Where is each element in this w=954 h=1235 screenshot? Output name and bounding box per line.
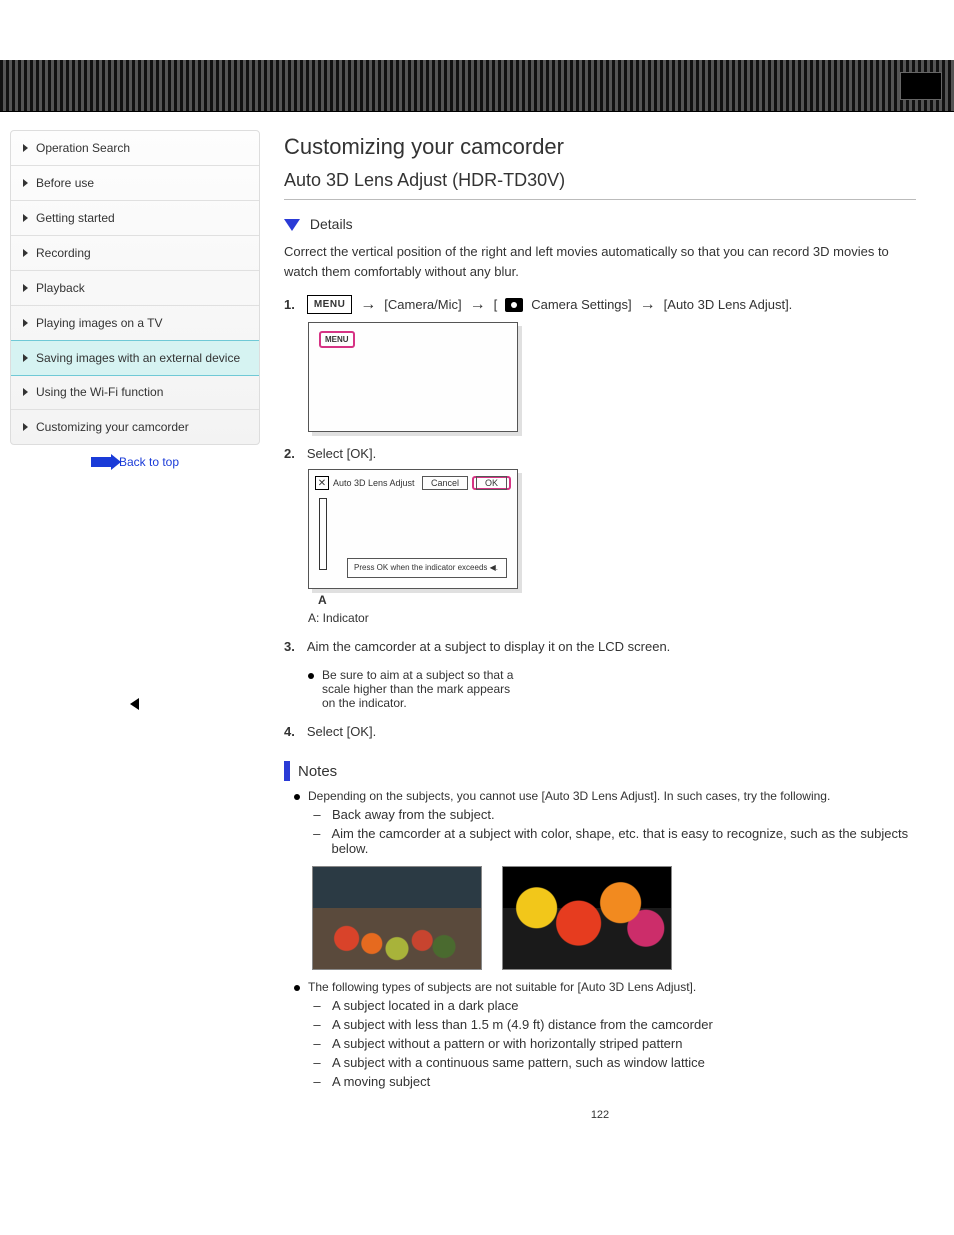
step-3: 3. Aim the camcorder at a subject to dis…	[284, 639, 916, 710]
close-icon: ✕	[315, 476, 329, 490]
sidebar-item-label: Saving images with an external device	[36, 351, 240, 365]
step-4: 4. Select [OK].	[284, 724, 916, 739]
step-number: 3.	[284, 639, 295, 654]
step-2: 2. Select [OK]. ✕ Auto 3D Lens Adjust Ca…	[284, 446, 916, 625]
sidebar-item-getting-started[interactable]: Getting started	[11, 201, 259, 236]
callout-a-letter: A	[318, 593, 916, 607]
header-band	[0, 60, 954, 112]
arrow-right-icon: →	[470, 296, 486, 314]
sidebar-item-customizing[interactable]: Customizing your camcorder	[11, 410, 259, 444]
list-item: –Back away from the subject.	[312, 807, 916, 822]
sidebar-nav: Operation Search Before use Getting star…	[10, 130, 260, 445]
step3-text: Aim the camcorder at a subject to displa…	[307, 639, 670, 654]
step-number: 4.	[284, 724, 295, 739]
details-toggle[interactable]: Details	[284, 216, 916, 232]
back-to-top-label: Back to top	[119, 455, 179, 469]
bullet-icon	[294, 985, 300, 991]
step1-seg3: Camera Settings]	[531, 297, 631, 312]
dash-list-1: –Back away from the subject. –Aim the ca…	[312, 807, 916, 856]
list-item: –Aim the camcorder at a subject with col…	[312, 826, 916, 856]
arrow-right-icon: →	[640, 296, 656, 314]
sidebar-item-operation-search[interactable]: Operation Search	[11, 131, 259, 166]
step3-note: Be sure to aim at a subject so that a sc…	[322, 668, 525, 710]
lcd-screenshot-menu: MENU	[308, 322, 518, 432]
caret-right-icon	[23, 179, 28, 187]
note-intro-1: Depending on the subjects, you cannot us…	[308, 789, 830, 803]
cancel-button-graphic: Cancel	[422, 476, 468, 490]
step4-text: Select [OK].	[307, 724, 376, 739]
notes-heading-row: Notes	[284, 761, 916, 781]
triangle-down-icon	[284, 219, 300, 231]
page-subtitle: Auto 3D Lens Adjust (HDR-TD30V)	[284, 170, 916, 191]
step1-seg4: [Auto 3D Lens Adjust].	[664, 297, 793, 312]
caret-right-icon	[23, 354, 28, 362]
list-item: –A subject with a continuous same patter…	[312, 1055, 916, 1070]
step-number: 2.	[284, 446, 295, 461]
sidebar-item-label: Before use	[36, 176, 94, 190]
dialog-message: Press OK when the indicator exceeds ◀.	[347, 558, 507, 578]
arrow-right-icon: →	[360, 296, 376, 314]
step-1: 1. MENU → [Camera/Mic] → [ Camera Settin…	[284, 295, 916, 432]
caret-right-icon	[23, 249, 28, 257]
heading-bar-icon	[284, 761, 290, 781]
step1-seg1: [Camera/Mic]	[384, 297, 461, 312]
sidebar-item-playback[interactable]: Playback	[11, 271, 259, 306]
step3-subnote-row: Be sure to aim at a subject so that a sc…	[308, 668, 916, 710]
notes-heading: Notes	[298, 763, 337, 780]
page-title: Customizing your camcorder	[284, 134, 916, 160]
callout-a-legend: A: Indicator	[308, 611, 916, 625]
triangle-left-icon	[130, 698, 139, 710]
step-number: 1.	[284, 297, 295, 312]
camera-icon	[505, 298, 523, 312]
example-images	[312, 866, 916, 970]
sidebar: Operation Search Before use Getting star…	[10, 130, 260, 1135]
dash-list-2: –A subject located in a dark place –A su…	[312, 998, 916, 1089]
sidebar-item-label: Operation Search	[36, 141, 130, 155]
bullet-icon	[294, 794, 300, 800]
caret-right-icon	[23, 214, 28, 222]
list-item: –A subject with less than 1.5 m (4.9 ft)…	[312, 1017, 916, 1032]
sidebar-item-before-use[interactable]: Before use	[11, 166, 259, 201]
sidebar-item-saving-external[interactable]: Saving images with an external device	[10, 340, 260, 376]
back-to-top-link[interactable]: Back to top	[10, 445, 260, 469]
intro-para: Correct the vertical position of the rig…	[284, 242, 916, 281]
menu-icon: MENU	[307, 295, 352, 314]
page-number: 122	[284, 1109, 916, 1121]
sidebar-item-wifi[interactable]: Using the Wi-Fi function	[11, 375, 259, 410]
sidebar-item-playing-on-tv[interactable]: Playing images on a TV	[11, 306, 259, 341]
sidebar-item-label: Getting started	[36, 211, 115, 225]
caret-right-icon	[23, 284, 28, 292]
sample-photo-market	[312, 866, 482, 970]
bullet-icon	[308, 673, 314, 679]
menu-button-highlight: MENU	[319, 331, 355, 348]
sample-photo-flowers	[502, 866, 672, 970]
header-corner-box	[900, 72, 942, 100]
list-item: –A subject located in a dark place	[312, 998, 916, 1013]
list-item: –A moving subject	[312, 1074, 916, 1089]
dialog-title: Auto 3D Lens Adjust	[333, 478, 418, 488]
indicator-scale	[319, 498, 327, 570]
divider	[284, 199, 916, 200]
caret-right-icon	[23, 144, 28, 152]
lcd-screenshot-adjust: ✕ Auto 3D Lens Adjust Cancel OK Press OK…	[308, 469, 518, 589]
list-item: –A subject without a pattern or with hor…	[312, 1036, 916, 1051]
caret-right-icon	[23, 423, 28, 431]
sidebar-item-recording[interactable]: Recording	[11, 236, 259, 271]
ok-button-graphic: OK	[476, 476, 507, 490]
caret-right-icon	[23, 319, 28, 327]
arrow-right-icon	[91, 457, 113, 467]
sidebar-item-label: Playback	[36, 281, 85, 295]
details-label: Details	[310, 216, 353, 232]
step2-text: Select [OK].	[307, 446, 376, 461]
main-content: Customizing your camcorder Auto 3D Lens …	[284, 130, 944, 1135]
caret-right-icon	[23, 388, 28, 396]
sidebar-item-label: Recording	[36, 246, 91, 260]
sidebar-item-label: Using the Wi-Fi function	[36, 385, 163, 399]
ok-button-highlight: OK	[472, 476, 511, 490]
step1-seg2: [	[494, 297, 498, 312]
note-intro-2: The following types of subjects are not …	[308, 980, 696, 994]
sidebar-item-label: Customizing your camcorder	[36, 420, 189, 434]
sidebar-item-label: Playing images on a TV	[36, 316, 163, 330]
